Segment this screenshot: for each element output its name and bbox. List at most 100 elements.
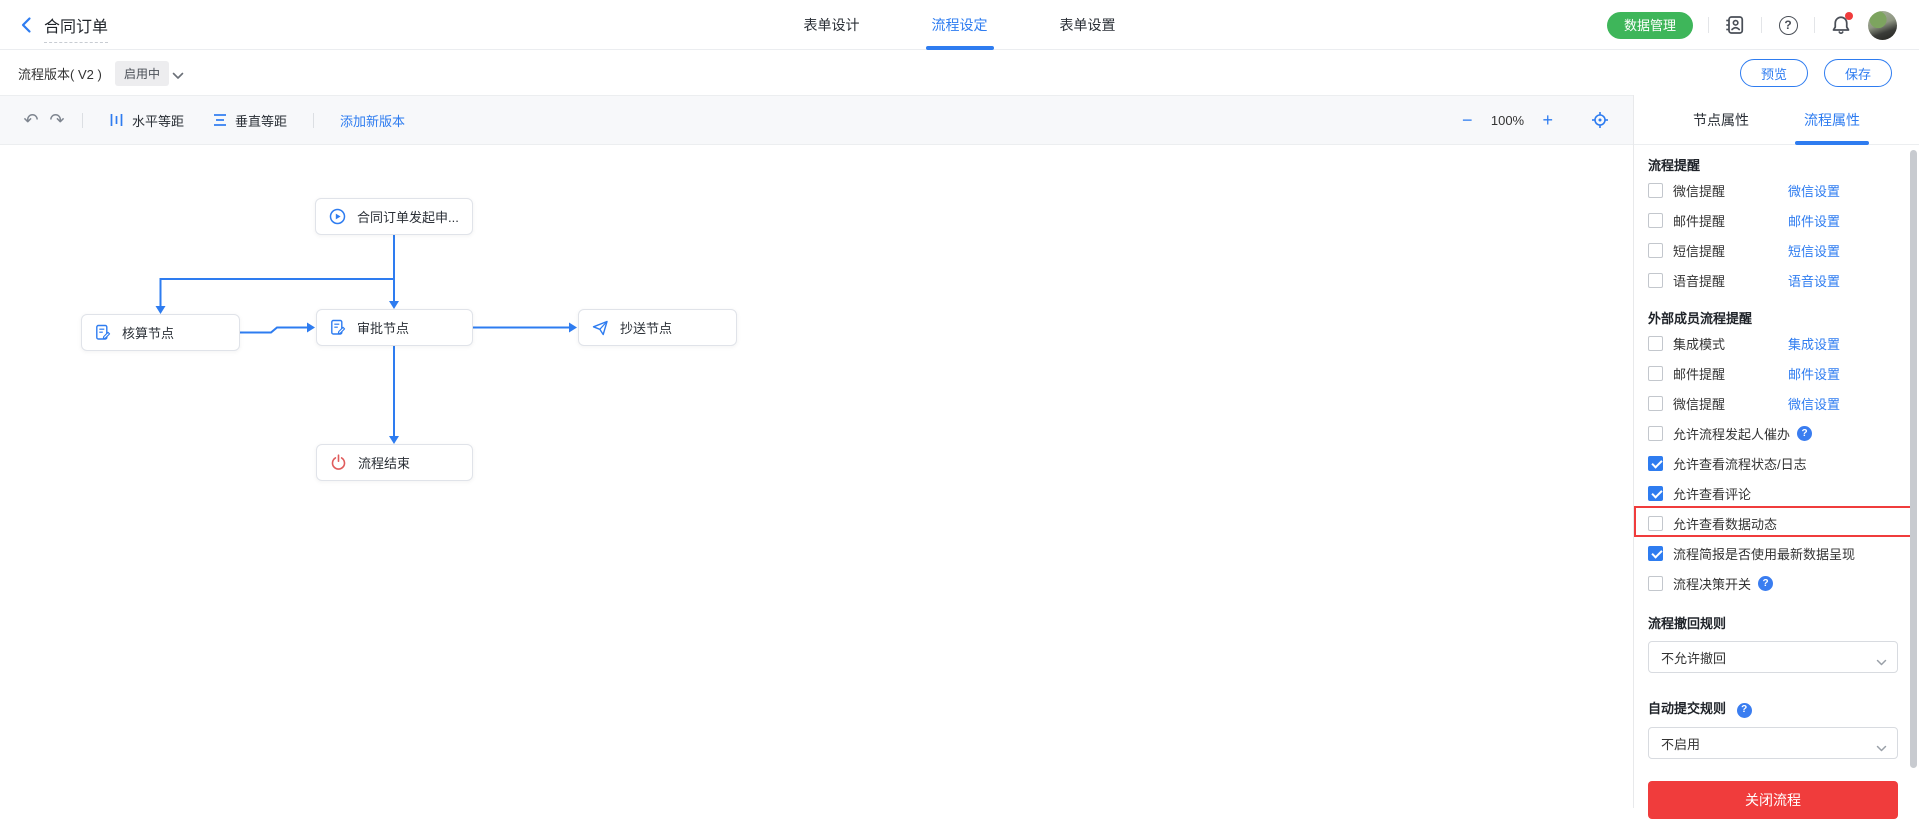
section-title-withdraw: 流程撤回规则 — [1648, 615, 1905, 633]
option-row-briefing-latest: 流程简报是否使用最新数据呈现 — [1648, 538, 1905, 568]
decision-switch-checkbox[interactable] — [1648, 576, 1663, 591]
section-title-external: 外部成员流程提醒 — [1648, 310, 1905, 328]
save-button[interactable]: 保存 — [1824, 59, 1892, 87]
view-data-trends-checkbox[interactable] — [1648, 516, 1663, 531]
document-pen-icon — [95, 324, 111, 341]
avatar[interactable] — [1868, 11, 1897, 40]
redo-icon[interactable]: ↷ — [44, 110, 70, 131]
node-label: 抄送节点 — [620, 318, 672, 337]
external-email-checkbox[interactable] — [1648, 366, 1663, 381]
reminder-row-email: 邮件提醒 邮件设置 — [1648, 205, 1905, 235]
help-glyph: ? — [1779, 16, 1798, 35]
tab-flow-properties[interactable]: 流程属性 — [1804, 95, 1860, 145]
horizontal-spacing-button[interactable]: 水平等距 — [109, 111, 184, 130]
briefing-latest-checkbox[interactable] — [1648, 546, 1663, 561]
external-email-settings-link[interactable]: 邮件设置 — [1788, 364, 1840, 383]
external-wechat-checkbox[interactable] — [1648, 396, 1663, 411]
flow-canvas[interactable]: 合同订单发起申... 核算节点 审批节点 抄送节点 流程结束 — [0, 145, 1633, 808]
add-version-link[interactable]: 添加新版本 — [340, 111, 405, 130]
vertical-spacing-label: 垂直等距 — [235, 111, 287, 130]
row-label: 微信提醒 — [1673, 394, 1725, 413]
option-row-view-data-trends: 允许查看数据动态 — [1648, 508, 1905, 538]
integration-mode-checkbox[interactable] — [1648, 336, 1663, 351]
external-row-integration: 集成模式 集成设置 — [1648, 328, 1905, 358]
row-label: 集成模式 — [1673, 334, 1725, 353]
option-row-view-comments: 允许查看评论 — [1648, 478, 1905, 508]
notification-dot — [1845, 12, 1853, 20]
tab-node-properties[interactable]: 节点属性 — [1693, 95, 1749, 145]
play-circle-icon — [329, 208, 346, 225]
sms-settings-link[interactable]: 短信设置 — [1788, 241, 1840, 260]
flow-node-chaosong[interactable]: 抄送节点 — [578, 309, 737, 346]
notification-bell-icon[interactable] — [1830, 14, 1852, 36]
zoom-level: 100% — [1488, 113, 1526, 128]
panel-body: 流程提醒 微信提醒 微信设置 邮件提醒 邮件设置 短信提醒 短信设置 语音提醒 … — [1634, 145, 1919, 808]
row-label: 流程简报是否使用最新数据呈现 — [1673, 544, 1855, 563]
flow-node-shenpi[interactable]: 审批节点 — [316, 309, 473, 346]
node-label: 核算节点 — [122, 323, 174, 342]
app-header: 合同订单 表单设计 流程设定 表单设置 数据管理 ? — [0, 0, 1919, 50]
section-title-reminder: 流程提醒 — [1648, 157, 1905, 175]
zoom-in-icon[interactable]: + — [1542, 110, 1553, 131]
email-settings-link[interactable]: 邮件设置 — [1788, 211, 1840, 230]
divider — [1708, 17, 1709, 33]
view-comments-checkbox[interactable] — [1648, 486, 1663, 501]
withdraw-rule-select[interactable]: 不允许撤回 — [1648, 641, 1898, 673]
email-reminder-checkbox[interactable] — [1648, 213, 1663, 228]
external-wechat-settings-link[interactable]: 微信设置 — [1788, 394, 1840, 413]
horizontal-spacing-label: 水平等距 — [132, 111, 184, 130]
chevron-down-icon — [1876, 740, 1887, 758]
allow-urge-checkbox[interactable] — [1648, 426, 1663, 441]
row-label: 允许查看评论 — [1673, 484, 1751, 503]
status-badge: 启用中 — [115, 61, 169, 86]
view-status-checkbox[interactable] — [1648, 456, 1663, 471]
external-row-wechat: 微信提醒 微信设置 — [1648, 388, 1905, 418]
panel-tab-bar: 节点属性 流程属性 — [1634, 95, 1919, 145]
flow-node-hesuan[interactable]: 核算节点 — [81, 314, 240, 351]
voice-settings-link[interactable]: 语音设置 — [1788, 271, 1840, 290]
flow-node-end[interactable]: 流程结束 — [316, 444, 473, 481]
help-icon[interactable]: ? — [1758, 576, 1773, 591]
document-pen-icon — [330, 319, 346, 336]
panel-scrollbar[interactable] — [1910, 150, 1917, 768]
data-manage-button[interactable]: 数据管理 — [1607, 12, 1693, 39]
wechat-reminder-checkbox[interactable] — [1648, 183, 1663, 198]
divider — [1814, 17, 1815, 33]
help-icon[interactable]: ? — [1737, 703, 1752, 718]
address-book-icon[interactable] — [1724, 14, 1746, 36]
row-label: 邮件提醒 — [1673, 364, 1725, 383]
vertical-spacing-button[interactable]: 垂直等距 — [212, 111, 287, 130]
node-label: 合同订单发起申... — [357, 207, 459, 226]
row-label: 短信提醒 — [1673, 241, 1725, 260]
row-label: 流程决策开关 — [1673, 574, 1751, 593]
option-row-decision-switch: 流程决策开关 ? — [1648, 568, 1905, 598]
version-chevron-down-icon[interactable] — [172, 67, 184, 85]
help-icon[interactable]: ? — [1797, 426, 1812, 441]
autosubmit-rule-select[interactable]: 不启用 — [1648, 727, 1898, 759]
tab-form-design[interactable]: 表单设计 — [804, 0, 860, 50]
flow-version-label: 流程版本( V2 ) — [18, 64, 102, 83]
node-label: 流程结束 — [358, 453, 410, 472]
autosubmit-title: 自动提交规则 — [1648, 701, 1726, 716]
help-icon[interactable]: ? — [1777, 14, 1799, 36]
locate-target-icon[interactable] — [1591, 111, 1609, 129]
option-row-view-status: 允许查看流程状态/日志 — [1648, 448, 1905, 478]
vertical-spacing-icon — [212, 112, 228, 128]
tab-flow-setting[interactable]: 流程设定 — [932, 0, 988, 50]
zoom-out-icon[interactable]: − — [1462, 110, 1473, 131]
power-icon — [330, 454, 347, 471]
divider — [313, 113, 314, 128]
divider — [82, 113, 83, 128]
wechat-settings-link[interactable]: 微信设置 — [1788, 181, 1840, 200]
properties-panel: 节点属性 流程属性 流程提醒 微信提醒 微信设置 邮件提醒 邮件设置 短信提醒 … — [1633, 95, 1919, 808]
tab-form-setting[interactable]: 表单设置 — [1060, 0, 1116, 50]
integration-settings-link[interactable]: 集成设置 — [1788, 334, 1840, 353]
row-label: 邮件提醒 — [1673, 211, 1725, 230]
preview-button[interactable]: 预览 — [1740, 59, 1808, 87]
undo-icon[interactable]: ↶ — [18, 110, 44, 131]
reminder-row-sms: 短信提醒 短信设置 — [1648, 235, 1905, 265]
flow-node-start[interactable]: 合同订单发起申... — [315, 198, 473, 235]
close-flow-button[interactable]: 关闭流程 — [1648, 781, 1898, 819]
voice-reminder-checkbox[interactable] — [1648, 273, 1663, 288]
sms-reminder-checkbox[interactable] — [1648, 243, 1663, 258]
